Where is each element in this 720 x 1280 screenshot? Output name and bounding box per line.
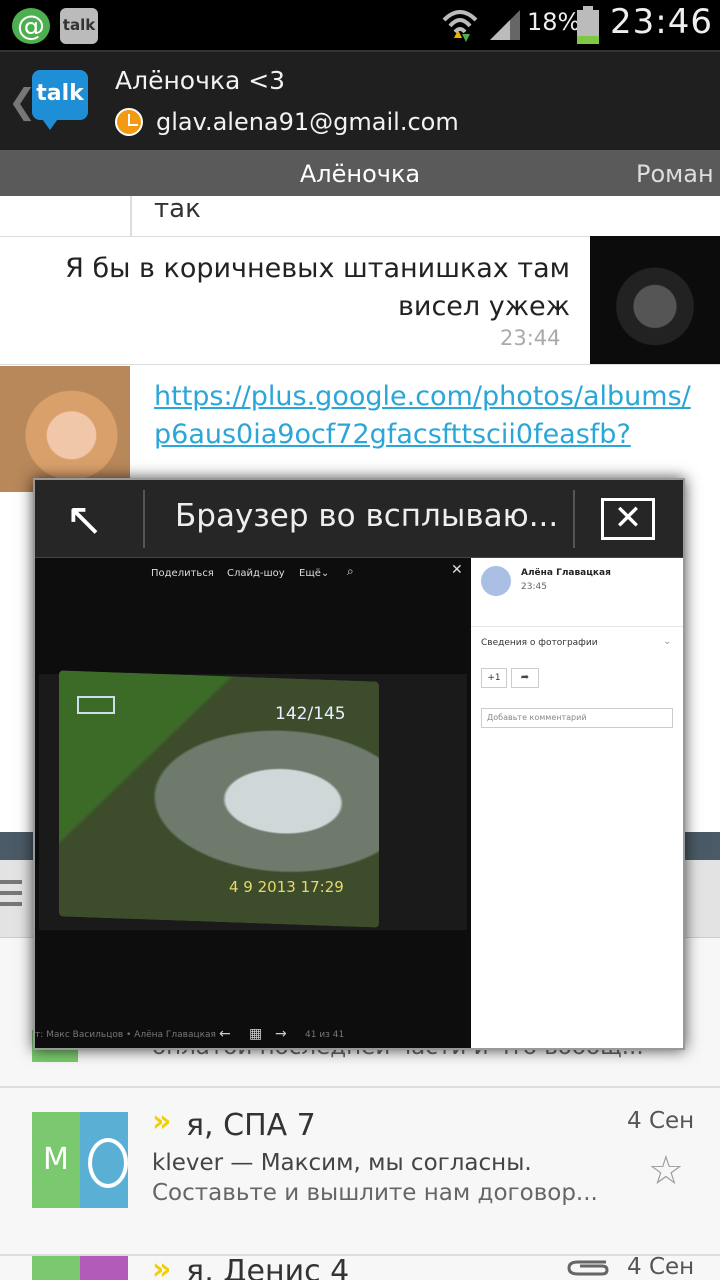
attachment-icon bbox=[567, 1260, 609, 1276]
comment-input[interactable]: Добавьте комментарий bbox=[481, 708, 673, 728]
avatar bbox=[80, 1256, 128, 1280]
menu-icon[interactable] bbox=[0, 880, 22, 916]
battery-icon bbox=[577, 6, 599, 44]
mail-sender: я, Денис 4 bbox=[186, 1254, 350, 1280]
message-text: так bbox=[154, 194, 201, 224]
mail-subject: klever — Максим, мы согласны. bbox=[152, 1150, 532, 1176]
photo-timestamp: 4 9 2013 17:29 bbox=[229, 878, 344, 896]
plus-one-button[interactable]: +1 bbox=[481, 668, 507, 688]
important-icon: » bbox=[152, 1104, 172, 1139]
conversation-tabs: Алёночка Роман bbox=[0, 150, 720, 196]
photo-counter: 142/145 bbox=[275, 704, 346, 724]
arrow-right-icon[interactable]: → bbox=[275, 1026, 287, 1042]
share-button[interactable]: Поделиться bbox=[151, 568, 214, 579]
close-icon[interactable]: ✕ bbox=[601, 498, 655, 540]
star-icon[interactable]: ☆ bbox=[648, 1148, 684, 1194]
avatar: M bbox=[32, 1112, 80, 1208]
photo-viewer: Поделиться Слайд-шоу Ещё⌄ ⌕ ✕ 142/145 4 … bbox=[35, 558, 471, 1048]
status-bar: @ talk 18% 23:46 bbox=[0, 0, 720, 50]
viewer-footer: т: Макс Васильцов • Алёна Главацкая ← ▦ … bbox=[35, 1026, 471, 1046]
tab-roman[interactable]: Роман bbox=[636, 160, 714, 188]
popup-browser[interactable]: ↖ Браузер во всплываю... ✕ Поделиться Сл… bbox=[33, 478, 685, 1050]
contact-email: glav.alena91@gmail.com bbox=[156, 108, 459, 136]
more-button[interactable]: Ещё⌄ bbox=[299, 568, 329, 579]
mail-preview: Составьте и вышлите нам договор... bbox=[152, 1180, 598, 1206]
avatar bbox=[590, 236, 720, 364]
photo-side-panel: Алёна Главацкая 23:45 Сведения о фотогра… bbox=[471, 558, 683, 1048]
photo-info-toggle[interactable]: Сведения о фотографии bbox=[481, 638, 598, 648]
divider bbox=[573, 490, 575, 548]
chevron-down-icon[interactable]: ⌄ bbox=[663, 636, 671, 647]
mail-app-icon: @ bbox=[12, 8, 50, 44]
signal-icon bbox=[490, 10, 520, 40]
contact-name: Алёночка <3 bbox=[115, 66, 286, 95]
message-link[interactable]: https://plus.google.com/photos/albums/p6… bbox=[154, 378, 694, 490]
talk-logo-tail bbox=[40, 116, 60, 130]
message-time: 23:44 bbox=[500, 326, 561, 350]
popup-header: ↖ Браузер во всплываю... ✕ bbox=[35, 480, 683, 558]
photo-credit: т: Макс Васильцов • Алёна Главацкая bbox=[35, 1030, 216, 1040]
search-icon[interactable]: ⌕ bbox=[347, 564, 354, 579]
important-icon: » bbox=[152, 1252, 172, 1280]
talk-logo[interactable]: talk bbox=[32, 70, 88, 120]
mail-sender: я, СПА 7 bbox=[186, 1108, 316, 1143]
divider bbox=[143, 490, 145, 548]
talk-app-icon: talk bbox=[60, 8, 98, 44]
avatar bbox=[80, 1112, 128, 1208]
camera-battery-icon bbox=[77, 696, 115, 714]
avatar bbox=[32, 1256, 80, 1280]
divider bbox=[0, 364, 720, 365]
owner-name[interactable]: Алёна Главацкая bbox=[521, 568, 611, 578]
idle-status-icon bbox=[115, 108, 143, 136]
post-time: 23:45 bbox=[521, 582, 547, 592]
mail-date: 4 Сен bbox=[627, 1254, 695, 1280]
photo-count: 41 из 41 bbox=[305, 1030, 345, 1040]
tab-alenochka[interactable]: Алёночка bbox=[260, 160, 460, 188]
avatar bbox=[481, 566, 511, 596]
mail-date: 4 Сен bbox=[627, 1108, 695, 1134]
message-text: Я бы в коричневых штанишках там висел уж… bbox=[65, 253, 570, 322]
slideshow-button[interactable]: Слайд-шоу bbox=[227, 568, 285, 579]
clock: 23:46 bbox=[610, 2, 713, 42]
avatar bbox=[0, 366, 130, 492]
wifi-icon bbox=[442, 10, 478, 42]
grid-icon[interactable]: ▦ bbox=[249, 1026, 262, 1042]
arrow-left-icon[interactable]: ← bbox=[219, 1026, 231, 1042]
close-icon[interactable]: ✕ bbox=[451, 562, 463, 578]
photo[interactable]: 142/145 4 9 2013 17:29 bbox=[39, 670, 467, 930]
share-icon[interactable]: ➦ bbox=[511, 668, 539, 688]
popup-title: Браузер во всплываю... bbox=[175, 498, 559, 534]
battery-percent: 18% bbox=[527, 8, 581, 36]
divider bbox=[130, 196, 132, 236]
expand-icon[interactable]: ↖ bbox=[65, 492, 104, 546]
chat-header: ❮ talk Алёночка <3 glav.alena91@gmail.co… bbox=[0, 50, 720, 150]
divider bbox=[471, 626, 683, 627]
